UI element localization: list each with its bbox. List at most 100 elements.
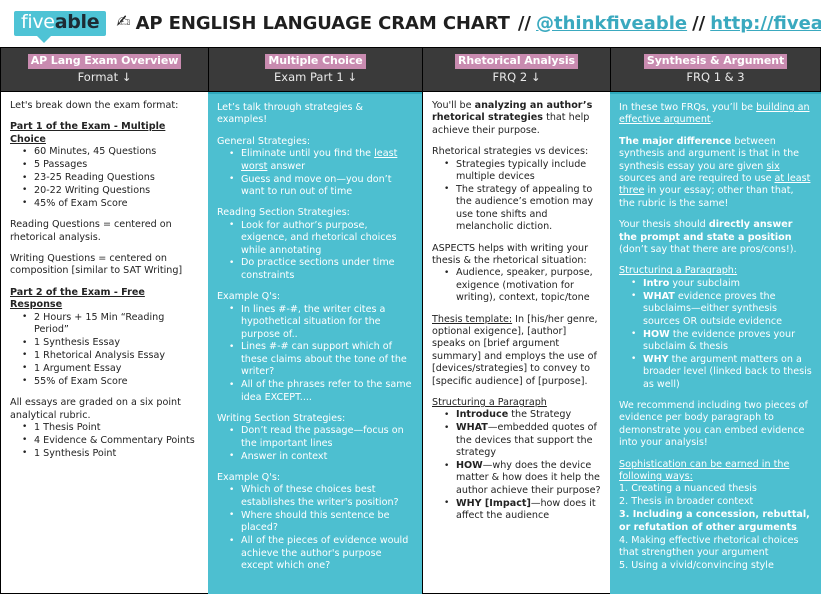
- writing-strategies-list: Don’t read the passage—focus on the impo…: [217, 425, 413, 463]
- part2-bullet-list: 2 Hours + 15 Min “Reading Period” 1 Synt…: [10, 311, 199, 388]
- list-item: 1 Synthesis Point: [22, 447, 199, 460]
- column-subtitle-label: FRQ 2 ↓: [492, 69, 541, 84]
- column-header-synthesis-argument: Synthesis & Argument FRQ 1 & 3: [610, 47, 821, 92]
- structuring-paragraph-heading: Structuring a Paragraph:: [619, 265, 738, 277]
- list-item: 60 Minutes, 45 Questions: [22, 146, 199, 159]
- aspects-heading: ASPECTS helps with writing your thesis &…: [432, 242, 589, 266]
- list-item: HOW the evidence proves your subclaim & …: [631, 328, 812, 354]
- column-header-multiple-choice: Multiple Choice Exam Part 1 ↓: [208, 47, 422, 92]
- title-separator-2: //: [692, 13, 706, 34]
- list-item: 23-25 Reading Questions: [22, 172, 199, 185]
- example-questions-list-1: In lines #-#, the writer cites a hypothe…: [217, 303, 413, 404]
- writing-questions-note: Writing Questions = centered on composit…: [10, 253, 183, 277]
- list-item: Lines #-# can support which of these cla…: [229, 341, 413, 378]
- list-item: Which of these choices best establishes …: [229, 484, 413, 509]
- general-strategies-heading: General Strategies:: [217, 135, 311, 147]
- column-body-multiple-choice: Let’s talk through strategies & examples…: [208, 92, 422, 594]
- reading-questions-note: Reading Questions = centered on rhetoric…: [10, 219, 172, 243]
- list-item: 5 Passages: [22, 159, 199, 172]
- column-subtitle-label: Format ↓: [77, 69, 132, 84]
- thesis-template: Thesis template: In [his/her genre, opti…: [432, 313, 598, 387]
- list-item: All of the phrases refer to the same ide…: [229, 379, 413, 404]
- logo-text-able: able: [54, 11, 100, 34]
- list-item: Audience, speaker, purpose, exigence (mo…: [444, 267, 601, 304]
- intro-text: Let’s talk through strategies & examples…: [217, 102, 364, 126]
- intro-text: You'll be analyzing an author’s rhetoric…: [432, 100, 593, 136]
- title-separator-1: //: [517, 13, 532, 34]
- list-item: 45% of Exam Score: [22, 197, 199, 210]
- column-header-exam-overview: AP Lang Exam Overview Format ↓: [0, 47, 208, 92]
- column-body-synthesis-argument: In these two FRQs, you’ll be building an…: [610, 92, 821, 594]
- column-body-exam-overview: Let's break down the exam format: Part 1…: [0, 92, 208, 594]
- recommendation-text: We recommend including two pieces of evi…: [619, 400, 808, 449]
- list-item: 20-22 Writing Questions: [22, 184, 199, 197]
- major-difference-text: The major difference between synthesis a…: [619, 135, 811, 209]
- intro-text: In these two FRQs, you’ll be building an…: [619, 102, 810, 126]
- reading-strategies-heading: Reading Section Strategies:: [217, 207, 350, 219]
- column-category-label: Rhetorical Analysis: [455, 53, 578, 69]
- aspects-list: Audience, speaker, purpose, exigence (mo…: [432, 267, 601, 304]
- logo-text-five: five: [21, 11, 55, 34]
- list-item: HOW—why does the device matter & how doe…: [444, 460, 601, 497]
- general-strategies-list: Eliminate until you find the least worst…: [217, 148, 413, 198]
- list-item: Eliminate until you find the least worst…: [229, 148, 413, 173]
- part2-heading: Part 2 of the Exam - Free Response: [10, 286, 145, 311]
- list-item: The strategy of appealing to the audienc…: [444, 183, 601, 234]
- example-questions-list-2: Which of these choices best establishes …: [217, 484, 413, 572]
- rubric-note: All essays are graded on a six point ana…: [10, 397, 181, 421]
- list-item: Look for author’s purpose, exigence, and…: [229, 219, 413, 257]
- structuring-paragraph-list: Intro your subclaim WHAT evidence proves…: [619, 277, 812, 391]
- twitter-handle-link[interactable]: @thinkfiveable: [536, 13, 687, 34]
- writing-hand-icon: ✍: [116, 12, 131, 32]
- reading-strategies-list: Look for author’s purpose, exigence, and…: [217, 219, 413, 283]
- sophistication-heading: Sophistication can be earned in the foll…: [619, 458, 790, 483]
- list-item: WHY the argument matters on a broader le…: [631, 353, 812, 391]
- list-item: 2 Hours + 15 Min “Reading Period”: [22, 311, 199, 337]
- list-item: Making effective rhetorical choices that…: [619, 534, 799, 558]
- list-item: Creating a nuanced thesis: [631, 483, 757, 495]
- example-questions-heading-2: Example Q's:: [217, 472, 281, 484]
- website-url-link[interactable]: http://fiveable.me: [710, 13, 821, 34]
- page-title: AP ENGLISH LANGUAGE CRAM CHART: [135, 13, 510, 34]
- list-item: 1 Thesis Point: [22, 421, 199, 434]
- list-item: WHAT evidence proves the subclaims—eithe…: [631, 290, 812, 328]
- column-category-label: Synthesis & Argument: [643, 53, 788, 69]
- part1-heading: Part 1 of the Exam - Multiple Choice: [10, 121, 166, 145]
- column-body-rhetorical-analysis: You'll be analyzing an author’s rhetoric…: [422, 92, 610, 594]
- structuring-paragraph-heading: Structuring a Paragraph: [432, 397, 547, 409]
- column-category-label: AP Lang Exam Overview: [27, 53, 182, 69]
- list-item: Where should this sentence be placed?: [229, 509, 413, 535]
- list-item: Answer in context: [229, 450, 413, 463]
- column-synthesis-argument: Synthesis & Argument FRQ 1 & 3 In these …: [610, 47, 821, 594]
- list-item: Don’t read the passage—focus on the impo…: [229, 425, 413, 450]
- column-exam-overview: AP Lang Exam Overview Format ↓ Let's bre…: [0, 47, 208, 594]
- writing-strategies-heading: Writing Section Strategies:: [217, 412, 346, 424]
- structuring-paragraph-list: Introduce the Strategy WHAT—embedded quo…: [432, 409, 601, 522]
- thesis-guidance-text: Your thesis should directly answer the p…: [619, 219, 797, 256]
- column-multiple-choice: Multiple Choice Exam Part 1 ↓ Let’s talk…: [208, 47, 422, 594]
- list-item: Guess and move on—you don’t want to run …: [229, 173, 413, 199]
- part1-bullet-list: 60 Minutes, 45 Questions 5 Passages 23-2…: [10, 146, 199, 210]
- list-item: 4 Evidence & Commentary Points: [22, 434, 199, 447]
- list-item: WHY [Impact]—how does it affect the audi…: [444, 497, 601, 523]
- column-header-rhetorical-analysis: Rhetorical Analysis FRQ 2 ↓: [422, 47, 610, 92]
- cram-chart-page: fiveable ✍ AP ENGLISH LANGUAGE CRAM CHAR…: [0, 0, 821, 594]
- fiveable-logo: fiveable: [14, 11, 107, 43]
- list-item: Introduce the Strategy: [444, 409, 601, 422]
- example-questions-heading-1: Example Q's:: [217, 291, 281, 303]
- column-category-label: Multiple Choice: [265, 53, 366, 69]
- list-item: 1 Rhetorical Analysis Essay: [22, 349, 199, 362]
- list-item: Including a concession, rebuttal, or ref…: [619, 509, 810, 533]
- list-item: Intro your subclaim: [631, 277, 812, 290]
- list-item: Do practice sections under time constrai…: [229, 257, 413, 282]
- cram-chart-grid: AP Lang Exam Overview Format ↓ Let's bre…: [0, 47, 821, 594]
- list-item: WHAT—embedded quotes of the devices that…: [444, 422, 601, 459]
- devices-list: Strategies typically include multiple de…: [432, 158, 601, 234]
- list-item: All of the pieces of evidence would achi…: [229, 535, 413, 572]
- list-item: In lines #-#, the writer cites a hypothe…: [229, 303, 413, 341]
- column-subtitle-label: FRQ 1 & 3: [686, 69, 745, 84]
- list-item: 55% of Exam Score: [22, 375, 199, 388]
- intro-text: Let's break down the exam format:: [10, 100, 179, 111]
- rubric-bullet-list: 1 Thesis Point 4 Evidence & Commentary P…: [10, 421, 199, 460]
- list-item: 1 Synthesis Essay: [22, 336, 199, 349]
